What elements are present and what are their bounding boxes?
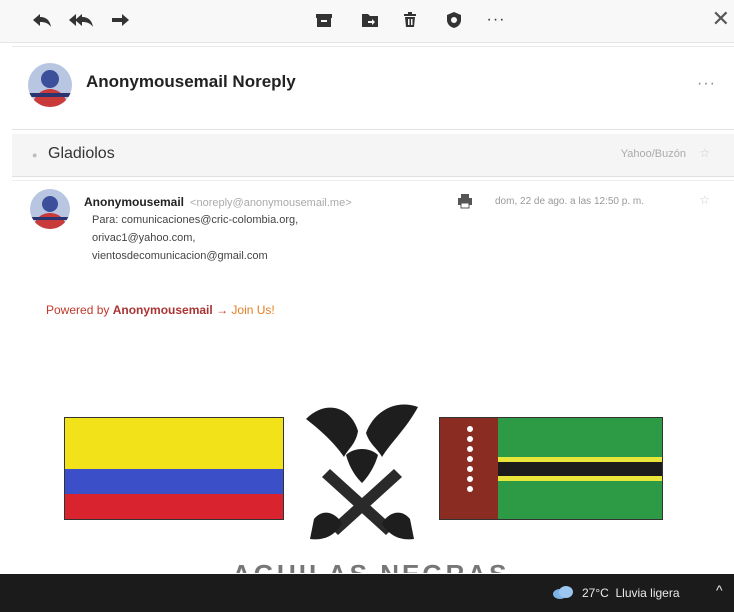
join-us-link[interactable]: Join Us! [231, 303, 274, 317]
collapse-dot-icon: ● [32, 150, 38, 160]
delete-icon[interactable] [398, 8, 422, 32]
weather-condition: Lluvia ligera [615, 586, 680, 600]
message-date: dom, 22 de ago. a las 12:50 p. m. [495, 196, 644, 207]
from-line: Anonymousemail <noreply@anonymousemail.me… [84, 195, 352, 209]
colombia-flag-image [64, 417, 284, 520]
chevron-up-icon[interactable]: ^ [716, 582, 723, 598]
spam-shield-icon[interactable] [442, 8, 466, 32]
green-flag-image [439, 417, 663, 520]
archive-icon[interactable] [312, 8, 336, 32]
star-icon[interactable]: ☆ [699, 146, 710, 160]
more-actions-button[interactable]: ··· [482, 8, 510, 32]
message-star-icon[interactable]: ☆ [699, 193, 710, 207]
powered-prefix: Powered by [46, 303, 113, 317]
from-address[interactable]: <noreply@anonymousemail.me> [190, 197, 352, 209]
powered-by-line: Powered by Anonymousemail → Join Us! [46, 303, 275, 317]
reply-icon[interactable] [30, 8, 54, 32]
email-subject: Gladiolos [48, 145, 115, 162]
recipient-line[interactable]: vientosdecomunicacion@gmail.com [92, 247, 298, 265]
cloud-rain-icon[interactable] [552, 585, 574, 601]
weather-widget[interactable]: 27°C Lluvia ligera [582, 586, 680, 600]
print-icon[interactable] [457, 193, 473, 213]
folder-label[interactable]: Yahoo/Buzón [621, 148, 686, 160]
message-body: Anonymousemail <noreply@anonymousemail.me… [12, 180, 734, 575]
black-eagle-emblem-image [296, 399, 428, 545]
powered-brand-link[interactable]: Anonymousemail [113, 303, 213, 317]
recipient-line[interactable]: Para: comunicaciones@cric-colombia.org, [92, 211, 298, 229]
message-toolbar: ··· ✕ [0, 0, 734, 43]
reply-all-icon[interactable] [66, 8, 96, 32]
recipient-line[interactable]: orivac1@yahoo.com, [92, 229, 298, 247]
system-taskbar: 27°C Lluvia ligera ^ [0, 574, 734, 612]
forward-icon[interactable] [108, 8, 132, 32]
move-icon[interactable] [358, 8, 382, 32]
subject-row[interactable]: ● Gladiolos Yahoo/Buzón ☆ [12, 134, 734, 177]
partial-heading-text: AGUILAS NEGRAS [232, 559, 509, 573]
recipients: Para: comunicaciones@cric-colombia.org, … [92, 211, 298, 265]
temperature: 27°C [582, 586, 609, 600]
sender-name: Anonymousemail Noreply [86, 72, 296, 91]
message-avatar[interactable] [30, 189, 70, 229]
header-more-button[interactable]: ··· [697, 75, 716, 93]
from-name[interactable]: Anonymousemail [84, 195, 184, 209]
powered-arrow: → [212, 303, 232, 317]
sender-avatar[interactable] [28, 63, 72, 107]
close-button[interactable]: ✕ [712, 6, 730, 32]
sender-header: Anonymousemail Noreply ··· [12, 46, 734, 130]
